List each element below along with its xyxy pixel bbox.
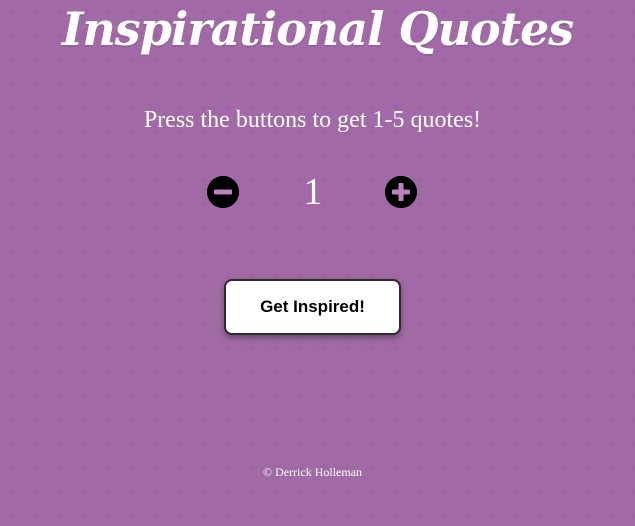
increment-button[interactable] [385, 176, 417, 208]
get-inspired-button[interactable]: Get Inspired! [224, 279, 401, 335]
plus-circle-icon [385, 176, 417, 208]
page-title: Inspirational Quotes [61, 2, 574, 56]
quote-count-value: 1 [303, 171, 323, 213]
minus-circle-icon [207, 176, 239, 208]
decrement-button[interactable] [207, 176, 239, 208]
background-pattern [0, 0, 635, 526]
quote-count-stepper: 1 [0, 168, 635, 216]
instructions-text: Press the buttons to get 1-5 quotes! [143, 107, 482, 133]
copyright-footer: © Derrick Holleman [262, 465, 363, 479]
